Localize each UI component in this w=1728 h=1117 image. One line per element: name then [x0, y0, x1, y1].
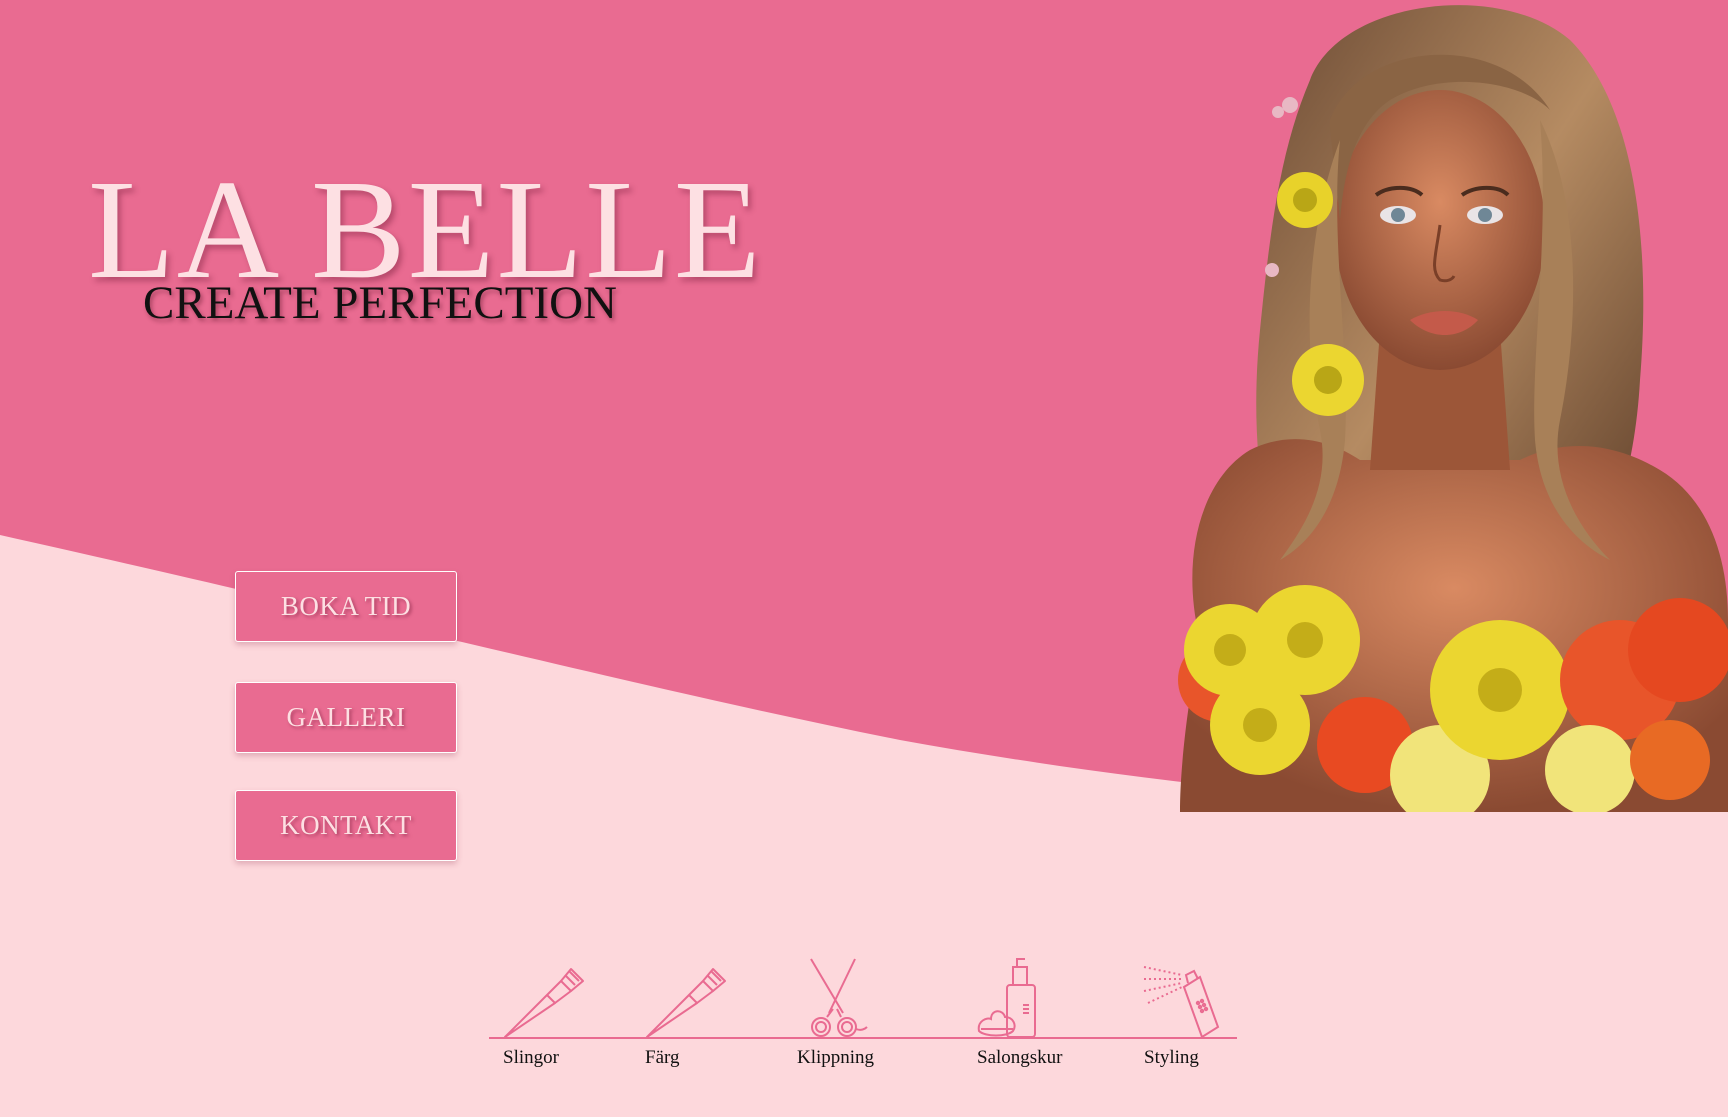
- service-label: Styling: [1144, 1047, 1199, 1068]
- service-label: Slingor: [503, 1047, 559, 1068]
- scissors-icon: [797, 957, 887, 1039]
- services-bar: Slingor Färg Klippning Salongskur Stylin…: [489, 950, 1237, 1080]
- galleri-button[interactable]: GALLERI: [235, 682, 457, 753]
- service-label: Klippning: [797, 1047, 875, 1068]
- brand-tagline: CREATE PERFECTION: [143, 277, 617, 329]
- service-label: Färg: [645, 1047, 680, 1068]
- tint-brush-icon: [641, 957, 731, 1039]
- landing-page: LA BELLE CREATE PERFECTION BOKA TID GALL…: [0, 0, 1728, 1117]
- model-portrait-image: [1178, 5, 1728, 812]
- boka-tid-button[interactable]: BOKA TID: [235, 571, 457, 642]
- tint-brush-icon: [499, 957, 589, 1039]
- kontakt-button[interactable]: KONTAKT: [235, 790, 457, 861]
- hairspray-icon: [1142, 957, 1232, 1039]
- mousse-bottle-icon: [977, 957, 1067, 1039]
- service-label: Salongskur: [977, 1047, 1063, 1068]
